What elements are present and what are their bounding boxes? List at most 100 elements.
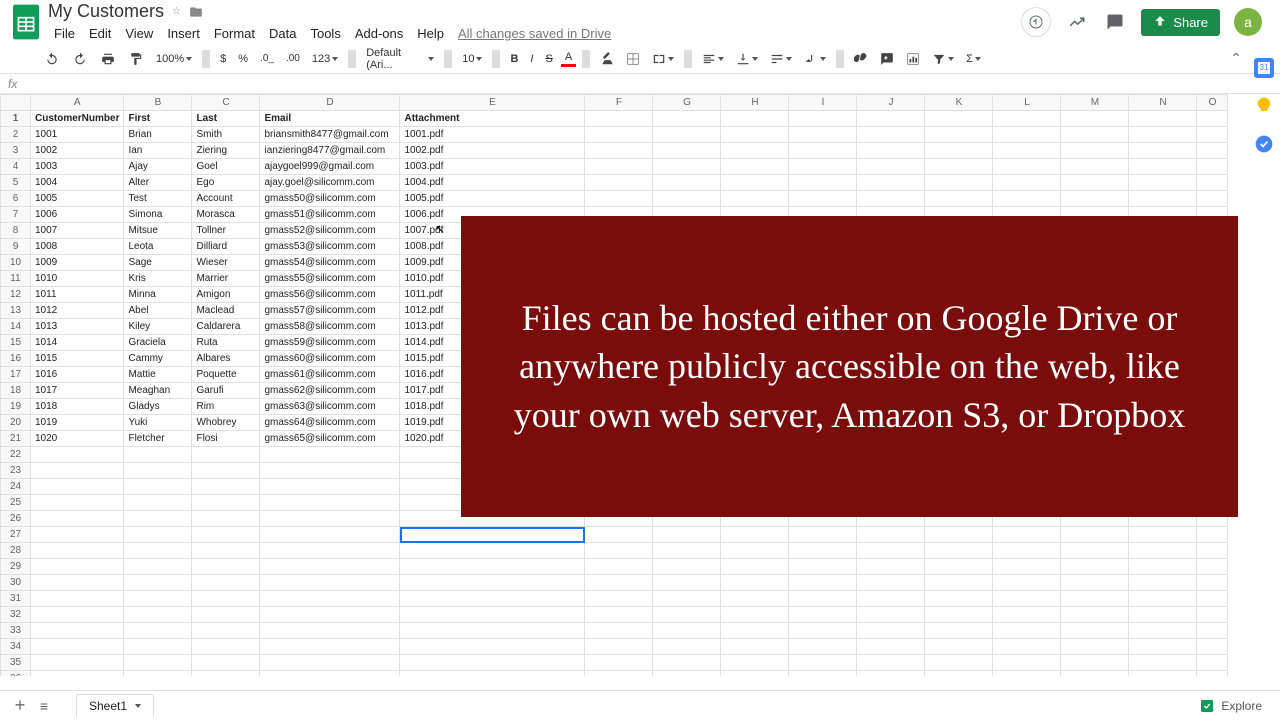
percent-icon[interactable]: % [234, 51, 252, 67]
cell-B19[interactable]: Gladys [124, 399, 192, 415]
cell-A22[interactable] [31, 447, 124, 463]
cell-A27[interactable] [31, 527, 124, 543]
row-header-19[interactable]: 19 [1, 399, 31, 415]
cell-D30[interactable] [260, 575, 400, 591]
borders-icon[interactable] [622, 50, 644, 68]
col-header-C[interactable]: C [192, 95, 260, 111]
cell-C9[interactable]: Dilliard [192, 239, 260, 255]
cell-A1[interactable]: CustomerNumber [31, 111, 124, 127]
cell-I1[interactable] [789, 111, 857, 127]
cell-B22[interactable] [124, 447, 192, 463]
col-header-K[interactable]: K [925, 95, 993, 111]
bold-icon[interactable]: B [506, 51, 522, 67]
cell-N1[interactable] [1129, 111, 1197, 127]
cell-B36[interactable] [124, 671, 192, 677]
number-format-select[interactable]: 123 [308, 51, 342, 67]
cell-D3[interactable]: ianziering8477@gmail.com [260, 143, 400, 159]
cell-A11[interactable]: 1010 [31, 271, 124, 287]
cell-A28[interactable] [31, 543, 124, 559]
cell-D6[interactable]: gmass50@silicomm.com [260, 191, 400, 207]
cell-M29[interactable] [1061, 559, 1129, 575]
cell-I2[interactable] [789, 127, 857, 143]
cell-D12[interactable]: gmass56@silicomm.com [260, 287, 400, 303]
cell-C25[interactable] [192, 495, 260, 511]
cell-J28[interactable] [857, 543, 925, 559]
cell-E36[interactable] [400, 671, 585, 677]
cell-D13[interactable]: gmass57@silicomm.com [260, 303, 400, 319]
cell-A31[interactable] [31, 591, 124, 607]
cell-A12[interactable]: 1011 [31, 287, 124, 303]
cell-I29[interactable] [789, 559, 857, 575]
cell-F36[interactable] [585, 671, 653, 677]
cell-F30[interactable] [585, 575, 653, 591]
cell-B35[interactable] [124, 655, 192, 671]
cell-B23[interactable] [124, 463, 192, 479]
cell-L3[interactable] [993, 143, 1061, 159]
cell-H28[interactable] [721, 543, 789, 559]
cell-O29[interactable] [1197, 559, 1228, 575]
cell-H32[interactable] [721, 607, 789, 623]
font-size-select[interactable]: 10 [458, 51, 486, 67]
cell-I35[interactable] [789, 655, 857, 671]
add-sheet-icon[interactable]: + [8, 694, 32, 718]
cell-D29[interactable] [260, 559, 400, 575]
cell-N2[interactable] [1129, 127, 1197, 143]
cell-C11[interactable]: Marrier [192, 271, 260, 287]
cell-M36[interactable] [1061, 671, 1129, 677]
cell-O5[interactable] [1197, 175, 1228, 191]
cell-O4[interactable] [1197, 159, 1228, 175]
cell-D17[interactable]: gmass61@silicomm.com [260, 367, 400, 383]
cell-H4[interactable] [721, 159, 789, 175]
col-header-O[interactable]: O [1197, 95, 1228, 111]
cell-D10[interactable]: gmass54@silicomm.com [260, 255, 400, 271]
cell-B32[interactable] [124, 607, 192, 623]
cell-C1[interactable]: Last [192, 111, 260, 127]
row-header-1[interactable]: 1 [1, 111, 31, 127]
cell-D8[interactable]: gmass52@silicomm.com [260, 223, 400, 239]
cell-J33[interactable] [857, 623, 925, 639]
cell-H30[interactable] [721, 575, 789, 591]
cell-J35[interactable] [857, 655, 925, 671]
cell-K27[interactable] [925, 527, 993, 543]
cell-C24[interactable] [192, 479, 260, 495]
cell-C27[interactable] [192, 527, 260, 543]
cell-E2[interactable]: 1001.pdf [400, 127, 585, 143]
cell-N32[interactable] [1129, 607, 1197, 623]
cell-L5[interactable] [993, 175, 1061, 191]
cell-H6[interactable] [721, 191, 789, 207]
cell-G3[interactable] [653, 143, 721, 159]
cell-E30[interactable] [400, 575, 585, 591]
cell-C6[interactable]: Account [192, 191, 260, 207]
cell-N30[interactable] [1129, 575, 1197, 591]
cell-F5[interactable] [585, 175, 653, 191]
cell-E28[interactable] [400, 543, 585, 559]
cell-G33[interactable] [653, 623, 721, 639]
row-header-26[interactable]: 26 [1, 511, 31, 527]
rotate-icon[interactable] [800, 50, 830, 68]
cell-G2[interactable] [653, 127, 721, 143]
cell-H3[interactable] [721, 143, 789, 159]
col-header-F[interactable]: F [585, 95, 653, 111]
cell-D18[interactable]: gmass62@silicomm.com [260, 383, 400, 399]
functions-icon[interactable]: Σ [962, 51, 985, 67]
cell-A10[interactable]: 1009 [31, 255, 124, 271]
cell-O33[interactable] [1197, 623, 1228, 639]
cell-J3[interactable] [857, 143, 925, 159]
cell-D4[interactable]: ajaygoel999@gmail.com [260, 159, 400, 175]
cell-B14[interactable]: Kiley [124, 319, 192, 335]
row-header-35[interactable]: 35 [1, 655, 31, 671]
cell-D31[interactable] [260, 591, 400, 607]
cell-A23[interactable] [31, 463, 124, 479]
cell-K32[interactable] [925, 607, 993, 623]
tasks-icon[interactable] [1254, 134, 1274, 154]
cell-E3[interactable]: 1002.pdf [400, 143, 585, 159]
cell-D7[interactable]: gmass51@silicomm.com [260, 207, 400, 223]
menu-format[interactable]: Format [208, 24, 261, 43]
cell-J27[interactable] [857, 527, 925, 543]
col-header-E[interactable]: E [400, 95, 585, 111]
cell-D5[interactable]: ajay.goel@silicomm.com [260, 175, 400, 191]
cell-G29[interactable] [653, 559, 721, 575]
row-header-15[interactable]: 15 [1, 335, 31, 351]
cell-L30[interactable] [993, 575, 1061, 591]
valign-icon[interactable] [732, 50, 762, 68]
